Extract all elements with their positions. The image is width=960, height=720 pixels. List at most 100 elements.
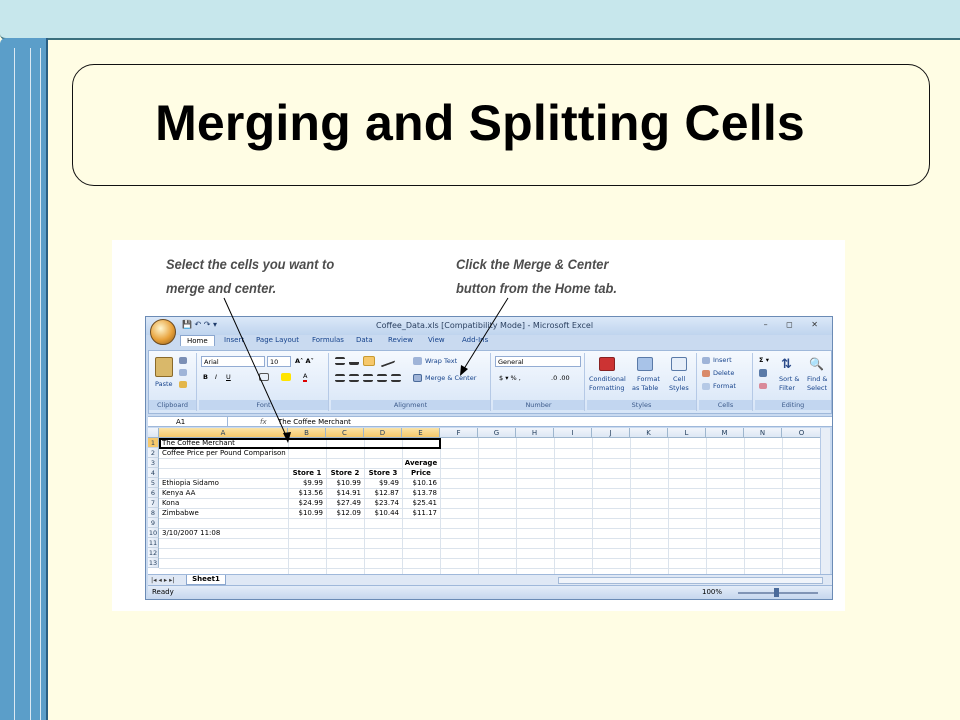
fx-icon[interactable]: fx <box>260 417 267 427</box>
find-select-label-2[interactable]: Select <box>807 384 827 392</box>
conditional-label[interactable]: Conditional <box>589 375 626 383</box>
row-header-5[interactable]: 5 <box>148 478 159 488</box>
row-header-3[interactable]: 3 <box>148 458 159 468</box>
horizontal-scrollbar[interactable] <box>558 577 823 584</box>
cell-a6[interactable]: Kenya AA <box>162 488 195 498</box>
fill-icon[interactable] <box>759 369 767 377</box>
cell-e6[interactable]: $13.78 <box>402 488 438 498</box>
col-header-l[interactable]: L <box>668 428 706 438</box>
cell-e3[interactable]: Average <box>402 458 440 468</box>
clear-icon[interactable] <box>759 383 767 389</box>
cell-b8[interactable]: $10.99 <box>288 508 324 518</box>
align-middle-icon[interactable] <box>349 357 359 365</box>
col-header-g[interactable]: G <box>478 428 516 438</box>
font-name-select[interactable]: Arial <box>201 356 265 367</box>
cell-d4[interactable]: Store 3 <box>364 468 402 478</box>
zoom-level[interactable]: 100% <box>702 588 722 596</box>
tab-data[interactable]: Data <box>356 336 373 344</box>
cell-c4[interactable]: Store 2 <box>326 468 364 478</box>
decrease-indent-icon[interactable] <box>377 374 387 382</box>
col-header-d[interactable]: D <box>364 428 402 438</box>
find-select-icon[interactable]: 🔍 <box>809 357 824 371</box>
format-cells-button[interactable]: Format <box>713 382 736 390</box>
autosum-icon[interactable]: Σ ▾ <box>759 356 769 364</box>
col-header-h[interactable]: H <box>516 428 554 438</box>
decimal-icon[interactable]: .0 .00 <box>551 374 570 382</box>
sort-filter-icon[interactable]: ⇅ <box>781 357 792 372</box>
fill-color-icon[interactable] <box>281 373 291 381</box>
col-header-c[interactable]: C <box>326 428 364 438</box>
font-color-icon[interactable]: A <box>303 372 308 382</box>
vertical-scrollbar[interactable] <box>820 428 830 574</box>
cell-b7[interactable]: $24.99 <box>288 498 324 508</box>
row-header-11[interactable]: 11 <box>148 538 159 548</box>
col-header-b[interactable]: B <box>288 428 326 438</box>
cell-b5[interactable]: $9.99 <box>288 478 323 488</box>
row-header-12[interactable]: 12 <box>148 548 159 558</box>
col-header-i[interactable]: I <box>554 428 592 438</box>
office-button-icon[interactable] <box>150 319 176 345</box>
cell-d6[interactable]: $12.87 <box>364 488 400 498</box>
orientation-icon[interactable] <box>381 354 395 368</box>
cell-e7[interactable]: $25.41 <box>402 498 438 508</box>
format-as-table-icon[interactable] <box>637 357 653 371</box>
bold-icon[interactable]: B <box>203 373 208 381</box>
cut-icon[interactable] <box>179 357 187 364</box>
find-select-label-1[interactable]: Find & <box>807 375 827 383</box>
wrap-text-button[interactable]: Wrap Text <box>425 357 457 365</box>
copy-icon[interactable] <box>179 369 187 376</box>
row-header-6[interactable]: 6 <box>148 488 159 498</box>
cell-e5[interactable]: $10.16 <box>402 478 438 488</box>
styles-label[interactable]: Styles <box>669 384 689 392</box>
align-top-icon[interactable] <box>335 357 345 365</box>
cell-a7[interactable]: Kona <box>162 498 179 508</box>
cell-a5[interactable]: Ethiopia Sidamo <box>162 478 219 488</box>
grow-font-icon[interactable]: A˄ A˅ <box>295 357 314 365</box>
align-left-icon[interactable] <box>335 374 345 382</box>
col-header-j[interactable]: J <box>592 428 630 438</box>
wrap-text-icon[interactable] <box>413 357 422 365</box>
sheet-nav-arrows-icon[interactable]: |◂ ◂ ▸ ▸| <box>151 576 175 584</box>
col-header-o[interactable]: O <box>782 428 822 438</box>
italic-icon[interactable]: I <box>215 373 217 381</box>
cell-b4[interactable]: Store 1 <box>288 468 326 478</box>
align-center-icon[interactable] <box>349 374 359 382</box>
row-header-4[interactable]: 4 <box>148 468 159 478</box>
delete-cells-button[interactable]: Delete <box>713 369 734 377</box>
cell-d5[interactable]: $9.49 <box>364 478 399 488</box>
col-header-n[interactable]: N <box>744 428 782 438</box>
col-header-e[interactable]: E <box>402 428 440 438</box>
sheet-tab-sheet1[interactable]: Sheet1 <box>186 575 226 585</box>
row-header-13[interactable]: 13 <box>148 558 159 568</box>
paste-button[interactable]: Paste <box>155 380 173 388</box>
window-controls[interactable]: – ◻ ✕ <box>764 320 826 329</box>
cell-d7[interactable]: $23.74 <box>364 498 400 508</box>
col-header-k[interactable]: K <box>630 428 668 438</box>
col-header-m[interactable]: M <box>706 428 744 438</box>
cell-d8[interactable]: $10.44 <box>364 508 400 518</box>
borders-icon[interactable] <box>259 373 269 381</box>
number-format-select[interactable]: General <box>495 356 581 367</box>
row-header-1[interactable]: 1 <box>148 438 159 448</box>
merge-center-button[interactable]: Merge & Center <box>425 374 476 382</box>
cell-c7[interactable]: $27.49 <box>326 498 362 508</box>
cell-c6[interactable]: $14.91 <box>326 488 362 498</box>
increase-indent-icon[interactable] <box>391 374 401 382</box>
format-as-label[interactable]: Format <box>637 375 660 383</box>
paste-icon[interactable] <box>155 357 173 377</box>
tab-add-ins[interactable]: Add-Ins <box>462 336 488 344</box>
formatting-label[interactable]: Formatting <box>589 384 625 392</box>
name-box[interactable]: A1 <box>148 417 228 427</box>
col-header-f[interactable]: F <box>440 428 478 438</box>
merge-center-icon[interactable] <box>413 374 422 382</box>
cell-e8[interactable]: $11.17 <box>402 508 438 518</box>
insert-cells-button[interactable]: Insert <box>713 356 732 364</box>
cell-a8[interactable]: Zimbabwe <box>162 508 199 518</box>
underline-icon[interactable]: U <box>226 373 231 381</box>
tab-view[interactable]: View <box>428 336 445 344</box>
tab-page-layout[interactable]: Page Layout <box>256 336 299 344</box>
cell-a2[interactable]: Coffee Price per Pound Comparison <box>162 448 286 458</box>
cell-styles-icon[interactable] <box>671 357 687 371</box>
tab-formulas[interactable]: Formulas <box>312 336 344 344</box>
cell-a10[interactable]: 3/10/2007 11:08 <box>162 528 220 538</box>
